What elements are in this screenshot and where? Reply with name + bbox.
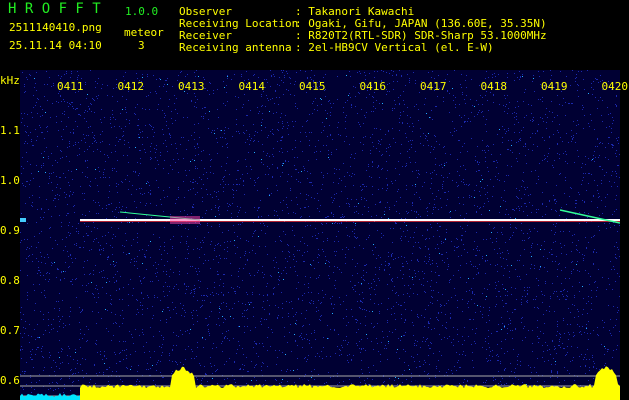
meteor-label: meteor xyxy=(124,26,164,39)
x-tick-label: 0420 xyxy=(601,80,629,93)
y-tick-label: 0.8 xyxy=(0,274,20,287)
carrier-line xyxy=(80,219,620,221)
info-label: Receiving Location xyxy=(179,17,299,30)
spectrogram xyxy=(20,70,620,400)
info-value: : 2el-HB9CV Vertical (el. E-W) xyxy=(295,41,494,54)
x-tick-label: 0414 xyxy=(238,80,266,93)
info-label: Receiving antenna xyxy=(179,41,292,54)
x-tick-label: 0413 xyxy=(178,80,205,93)
x-tick-label: 0411 xyxy=(57,80,84,93)
datetime: 25.11.14 04:10 xyxy=(9,39,102,52)
filename: 2511140410.png xyxy=(9,21,102,34)
carrier-start xyxy=(20,218,26,222)
y-tick-label: 0.7 xyxy=(0,324,20,337)
y-tick-label: 1.1 xyxy=(0,124,20,137)
x-tick-label: 0419 xyxy=(541,80,568,93)
info-value: : R820T2(RTL-SDR) SDR-Sharp 53.1000MHz xyxy=(295,29,547,42)
meteor-count: 3 xyxy=(138,39,145,52)
y-axis-label: kHz xyxy=(0,74,20,87)
y-tick-label: 0.6 xyxy=(0,374,20,387)
x-tick-label: 0416 xyxy=(359,80,387,93)
x-tick-label: 0412 xyxy=(117,80,145,93)
info-label: Observer xyxy=(179,5,232,18)
meteor-echo xyxy=(170,216,200,224)
app-version: 1.0.0 xyxy=(125,5,159,18)
y-tick-label: 1.0 xyxy=(0,174,20,187)
x-tick-label: 0417 xyxy=(420,80,447,93)
y-tick-label: 0.9 xyxy=(0,224,20,237)
x-tick-label: 0415 xyxy=(299,80,326,93)
app-name: H R O F F T xyxy=(8,1,101,17)
carrier-line-red xyxy=(80,221,620,222)
x-tick-label: 0418 xyxy=(480,80,508,93)
info-value: : Ogaki, Gifu, JAPAN (136.60E, 35.35N) xyxy=(295,17,547,30)
info-label: Receiver xyxy=(179,29,232,42)
info-value: : Takanori Kawachi xyxy=(295,5,415,18)
